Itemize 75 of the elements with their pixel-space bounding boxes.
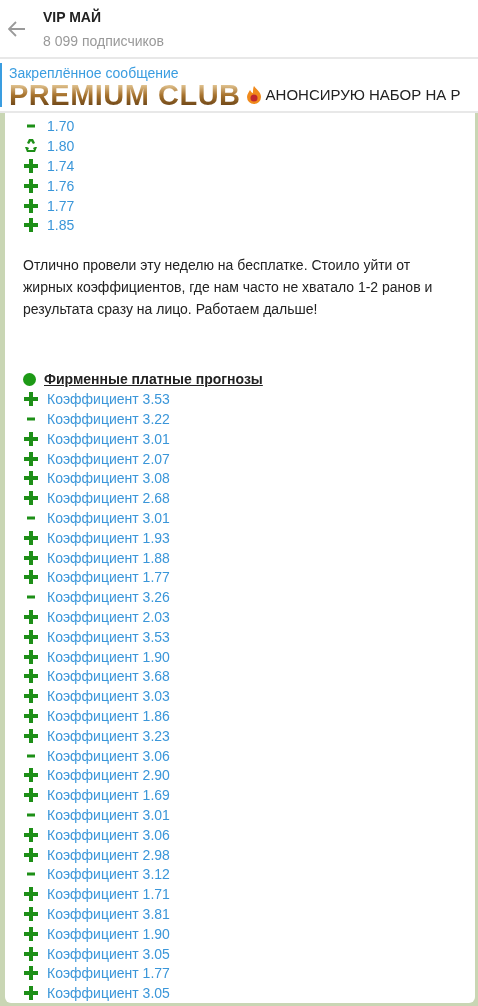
plus-icon [24, 570, 38, 585]
back-icon[interactable] [8, 20, 26, 37]
result-link[interactable]: Коэффициент 1.90 [47, 647, 170, 666]
plus-icon [24, 906, 38, 921]
plus-icon [24, 708, 38, 723]
result-link[interactable]: Коэффициент 1.93 [47, 528, 170, 547]
plus-icon [24, 649, 38, 664]
result-link[interactable]: 1.77 [47, 196, 75, 215]
section-title: Фирменные платные прогнозы [44, 369, 263, 389]
result-link[interactable]: Коэффициент 3.01 [47, 805, 170, 824]
result-link[interactable]: Коэффициент 3.22 [47, 410, 170, 428]
result-link[interactable]: Коэффициент 3.53 [47, 390, 170, 409]
result-link[interactable]: Коэффициент 3.53 [47, 627, 170, 646]
result-link[interactable]: Коэффициент 1.69 [47, 786, 170, 805]
result-link[interactable]: Коэффициент 3.08 [47, 469, 170, 488]
plus-icon [24, 629, 38, 644]
plus-icon [24, 669, 38, 684]
recycle-icon [23, 138, 39, 155]
result-link[interactable]: Коэффициент 1.86 [47, 706, 170, 725]
result-link[interactable]: Коэффициент 3.06 [47, 746, 170, 765]
result-link[interactable]: Коэффициент 3.26 [47, 588, 170, 607]
result-link[interactable]: Коэффициент 1.90 [47, 924, 170, 943]
channel-title: VIP МАЙ [43, 7, 103, 26]
result-link[interactable]: Коэффициент 3.05 [47, 984, 170, 1003]
plus-icon [24, 491, 38, 506]
plus-icon [24, 986, 38, 1001]
message-paragraph: Отлично провели эту неделю на бесплатке. Стоило уйти от жирных коэффициентов, где нам часто не хватало 1-2 ранов и результата сразу на лицо. Работаем дальше! [23, 256, 434, 320]
result-link[interactable]: Коэффициент 3.05 [47, 944, 170, 963]
result-link[interactable]: Коэффициент 1.77 [47, 964, 170, 983]
plus-icon [24, 926, 38, 941]
plus-icon [24, 530, 38, 545]
pinned-label: Закреплённое сообщение [9, 65, 180, 82]
plus-icon [24, 198, 38, 213]
result-link[interactable]: 1.74 [47, 157, 75, 175]
result-link[interactable]: Коэффициент 2.98 [47, 845, 170, 864]
plus-icon [24, 689, 38, 704]
plus-icon [24, 159, 38, 173]
subscriber-count: 8 099 подписчиков [43, 31, 165, 50]
pinned-text: АНОНСИРУЮ НАБОР НА Р [265, 84, 461, 105]
result-link[interactable]: Коэффициент 1.88 [47, 548, 170, 567]
plus-icon [24, 966, 38, 981]
plus-icon [24, 471, 38, 486]
result-link[interactable]: 1.76 [47, 176, 75, 195]
plus-icon [24, 768, 38, 783]
plus-icon [24, 788, 38, 803]
plus-icon [24, 887, 38, 902]
pinned-message-bar[interactable]: Закреплённое сообщение PREMIUM CLUB АНОНСИРУЮ НАБОР НА Р [0, 59, 478, 113]
result-link[interactable]: Коэффициент 3.03 [47, 687, 170, 706]
plus-icon [24, 178, 38, 193]
result-link[interactable]: Коэффициент 2.03 [47, 607, 170, 626]
result-link[interactable]: 1.85 [47, 216, 75, 235]
result-link[interactable]: 1.80 [47, 137, 75, 156]
plus-icon [24, 431, 38, 446]
result-link[interactable]: Коэффициент 1.77 [47, 568, 170, 587]
plus-icon [24, 827, 38, 842]
plus-icon [24, 609, 38, 624]
result-link[interactable]: Коэффициент 1.71 [47, 885, 170, 904]
result-link[interactable]: Коэффициент 3.81 [47, 904, 170, 923]
result-link[interactable]: Коэффициент 3.01 [47, 508, 170, 527]
result-link[interactable]: Коэффициент 3.01 [47, 429, 170, 448]
result-link[interactable]: Коэффициент 3.12 [47, 865, 170, 884]
result-link[interactable]: Коэффициент 2.68 [47, 489, 170, 508]
result-link[interactable]: Коэффициент 2.07 [47, 449, 170, 468]
result-link[interactable]: Коэффициент 2.90 [47, 766, 170, 785]
plus-icon [24, 728, 38, 743]
plus-icon [24, 451, 38, 466]
plus-icon [24, 847, 38, 862]
plus-icon [24, 946, 38, 961]
result-link[interactable]: Коэффициент 3.06 [47, 825, 170, 844]
result-link[interactable]: Коэффициент 3.68 [47, 667, 170, 686]
plus-icon [24, 218, 38, 233]
plus-icon [24, 550, 38, 565]
result-link[interactable]: 1.70 [47, 117, 75, 136]
result-link[interactable]: Коэффициент 3.23 [47, 726, 170, 745]
plus-icon [24, 392, 38, 407]
